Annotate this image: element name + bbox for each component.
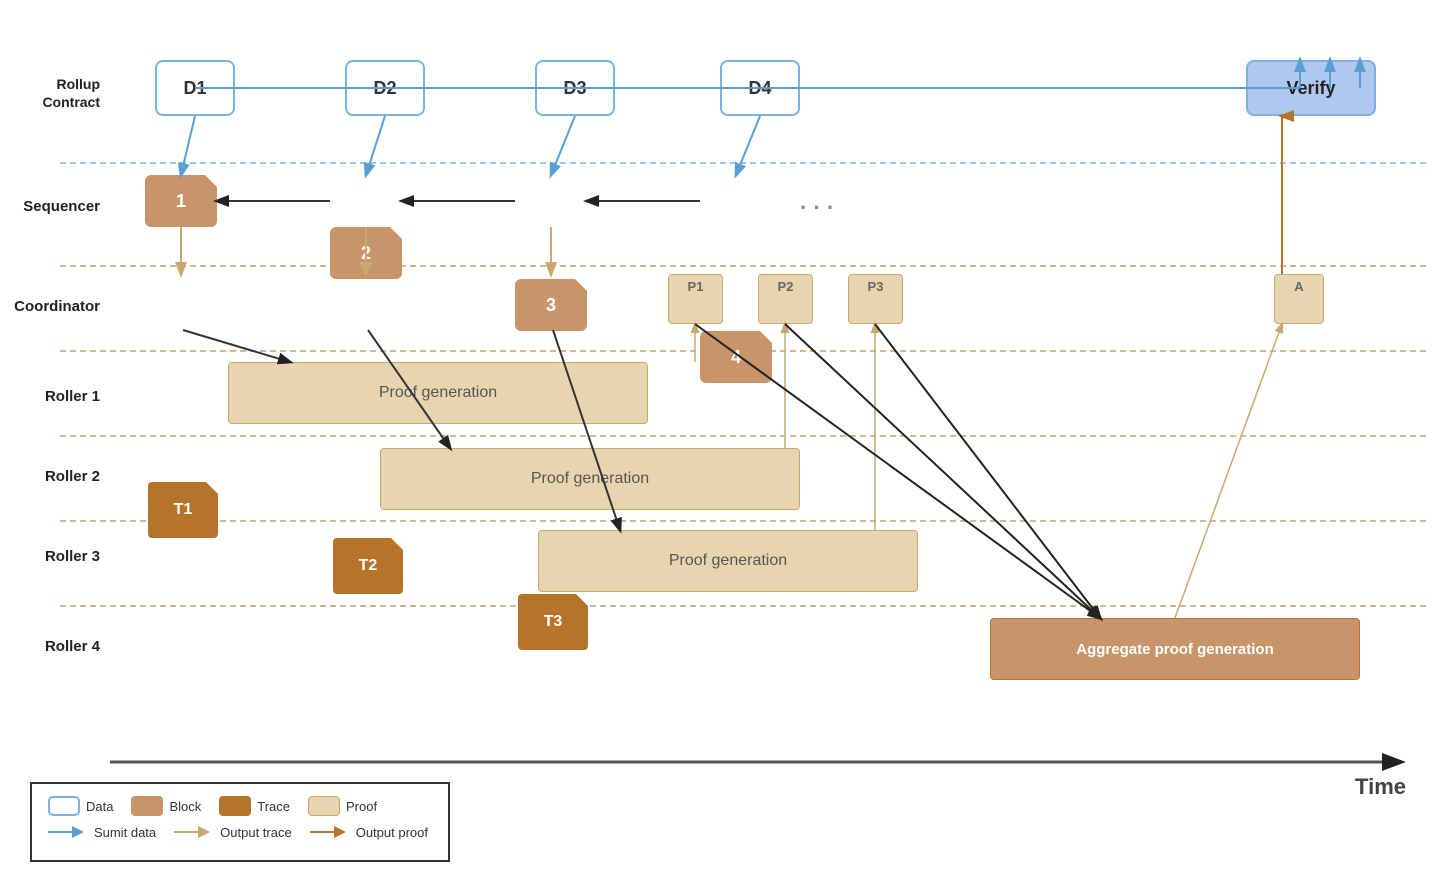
legend-output-proof-label: Output proof xyxy=(356,825,428,840)
legend-output-trace-label: Output trace xyxy=(220,825,292,840)
verify-block: Verify xyxy=(1246,60,1376,116)
seq-dots: · · · xyxy=(800,195,834,221)
proof-block-p2: P2 xyxy=(758,274,813,324)
trace-block-t3: T3 xyxy=(518,594,588,650)
proof-block-p1: P1 xyxy=(668,274,723,324)
legend-tan-light-arrow-icon xyxy=(174,824,214,840)
proof-block-a: A xyxy=(1274,274,1324,324)
legend-trace-label: Trace xyxy=(257,799,290,814)
legend-trace: Trace xyxy=(219,796,290,816)
legend-submit: Sumit data xyxy=(48,824,156,840)
diagram: RollupContract Sequencer Coordinator Rol… xyxy=(0,0,1456,882)
separator-4 xyxy=(60,435,1426,437)
seq-block-1: 1 xyxy=(145,175,217,227)
label-rollup-contract: RollupContract xyxy=(10,75,100,111)
legend-tan-dark-arrow-icon xyxy=(310,824,350,840)
separator-6 xyxy=(60,605,1426,607)
label-coordinator: Coordinator xyxy=(10,298,100,315)
legend-output-trace: Output trace xyxy=(174,824,292,840)
proof-gen-roller2: Proof generation xyxy=(380,448,800,510)
legend: Data Block Trace Proof xyxy=(30,782,450,862)
separator-5 xyxy=(60,520,1426,522)
data-block-d2: D2 xyxy=(345,60,425,116)
legend-data-icon xyxy=(48,796,80,816)
seq-block-2: 2 xyxy=(330,227,402,279)
legend-submit-label: Sumit data xyxy=(94,825,156,840)
proof-block-p3: P3 xyxy=(848,274,903,324)
legend-output-proof: Output proof xyxy=(310,824,428,840)
legend-blue-arrow-icon xyxy=(48,824,88,840)
label-sequencer: Sequencer xyxy=(10,198,100,215)
data-block-d3: D3 xyxy=(535,60,615,116)
legend-block-icon xyxy=(131,796,163,816)
data-block-d1: D1 xyxy=(155,60,235,116)
label-roller3: Roller 3 xyxy=(10,548,100,565)
separator-1 xyxy=(60,162,1426,164)
trace-block-t1: T1 xyxy=(148,482,218,538)
separator-2 xyxy=(60,265,1426,267)
arrows-overlay xyxy=(0,0,1456,882)
proof-gen-roller1: Proof generation xyxy=(228,362,648,424)
proof-gen-roller3: Proof generation xyxy=(538,530,918,592)
legend-data-label: Data xyxy=(86,799,113,814)
seq-block-3: 3 xyxy=(515,279,587,331)
time-label: Time xyxy=(1355,774,1406,800)
label-roller1: Roller 1 xyxy=(10,388,100,405)
legend-proof-icon xyxy=(308,796,340,816)
legend-row-1: Data Block Trace Proof xyxy=(48,796,432,816)
legend-trace-icon xyxy=(219,796,251,816)
label-roller4: Roller 4 xyxy=(10,638,100,655)
seq-block-4: 4 xyxy=(700,331,772,383)
legend-block-label: Block xyxy=(169,799,201,814)
legend-proof: Proof xyxy=(308,796,377,816)
legend-proof-label: Proof xyxy=(346,799,377,814)
trace-block-t2: T2 xyxy=(333,538,403,594)
legend-data: Data xyxy=(48,796,113,816)
proof-gen-roller4: Aggregate proof generation xyxy=(990,618,1360,680)
legend-row-2: Sumit data Output trace xyxy=(48,824,432,840)
legend-block: Block xyxy=(131,796,201,816)
data-block-d4: D4 xyxy=(720,60,800,116)
label-roller2: Roller 2 xyxy=(10,468,100,485)
